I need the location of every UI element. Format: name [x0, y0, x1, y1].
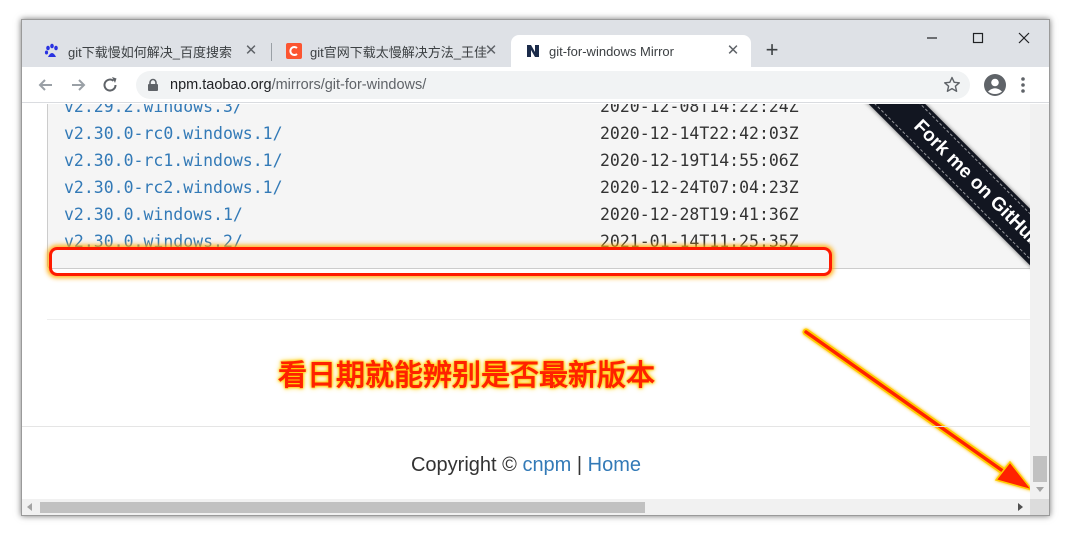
profile-avatar-icon[interactable]: [983, 73, 1007, 97]
tab-title: git-for-windows Mirror: [549, 43, 674, 59]
new-tab-button[interactable]: +: [760, 39, 784, 63]
reload-icon[interactable]: [99, 74, 121, 96]
cnpm-link[interactable]: cnpm: [522, 454, 571, 476]
more-menu-icon[interactable]: [1017, 74, 1029, 96]
npm-n-icon: [527, 45, 539, 57]
dir-date: 2020-12-14T22:42:03Z: [600, 124, 799, 143]
scroll-left-icon[interactable]: [27, 503, 32, 511]
tab-git-for-windows-mirror[interactable]: git-for-windows Mirror ✕: [511, 35, 751, 67]
annotation-arrow-icon: [802, 328, 1030, 491]
browser-toolbar: npm.taobao.org/mirrors/git-for-windows/: [22, 67, 1049, 103]
dir-link[interactable]: v2.29.2.windows.3/: [64, 104, 243, 120]
tab-title: git官网下载太慢解决方法_王佳: [310, 44, 487, 60]
browser-window: git下载慢如何解决_百度搜索 ✕ git官网下载太慢解决方法_王佳 ✕ git…: [21, 19, 1050, 516]
annotation-text: 看日期就能辨别是否最新版本: [278, 358, 656, 392]
dir-link[interactable]: v2.30.0-rc0.windows.1/: [64, 120, 283, 147]
home-link[interactable]: Home: [588, 454, 641, 476]
vertical-scrollbar[interactable]: [1030, 104, 1049, 499]
back-arrow-icon[interactable]: [35, 74, 57, 96]
footer-separator: |: [571, 454, 588, 476]
close-window-icon[interactable]: [1012, 26, 1036, 50]
github-ribbon-label[interactable]: Fork me on GitHub: [849, 104, 1030, 312]
scroll-right-icon[interactable]: [1018, 503, 1023, 511]
dir-date: 2020-12-08T14:22:24Z: [600, 104, 799, 116]
dir-date: 2020-12-19T14:55:06Z: [600, 151, 799, 170]
address-bar[interactable]: npm.taobao.org/mirrors/git-for-windows/: [136, 71, 970, 99]
divider: [22, 426, 1030, 427]
list-item: v2.30.0-rc2.windows.1/ 2020-12-24T07:04:…: [64, 174, 864, 201]
vertical-scroll-thumb[interactable]: [1033, 456, 1047, 482]
divider: [47, 319, 1030, 320]
dir-link[interactable]: v2.30.0.windows.1/: [64, 201, 243, 228]
tab-csdn-article[interactable]: git官网下载太慢解决方法_王佳 ✕: [272, 35, 509, 67]
page-content: v2.29.2.windows.3/ 2020-12-08T14:22:24Z …: [22, 104, 1030, 499]
maximize-icon[interactable]: [966, 26, 990, 50]
csdn-c-icon: [286, 43, 302, 59]
list-item: v2.30.0-rc0.windows.1/ 2020-12-14T22:42:…: [64, 120, 864, 147]
forward-arrow-icon[interactable]: [67, 74, 89, 96]
minimize-icon[interactable]: [920, 26, 944, 50]
close-tab-icon[interactable]: ✕: [483, 43, 499, 59]
scrollbar-corner: [1030, 499, 1049, 515]
horizontal-scrollbar[interactable]: [22, 499, 1030, 515]
list-item: v2.29.2.windows.3/ 2020-12-08T14:22:24Z: [64, 104, 864, 120]
dir-date: 2020-12-24T07:04:23Z: [600, 178, 799, 197]
tab-title: git下载慢如何解决_百度搜索: [68, 44, 232, 60]
url-host: npm.taobao.org: [170, 77, 272, 93]
latest-version-highlight: [49, 247, 832, 276]
url-path: /mirrors/git-for-windows/: [271, 77, 427, 93]
tab-baidu-search[interactable]: git下载慢如何解决_百度搜索 ✕: [30, 35, 269, 67]
tab-strip: git下载慢如何解决_百度搜索 ✕ git官网下载太慢解决方法_王佳 ✕ git…: [22, 20, 1049, 67]
dir-link[interactable]: v2.30.0-rc2.windows.1/: [64, 174, 283, 201]
dir-link[interactable]: v2.30.0-rc1.windows.1/: [64, 147, 283, 174]
dir-date: 2020-12-28T19:41:36Z: [600, 205, 799, 224]
lock-icon[interactable]: [146, 78, 160, 92]
url-text: npm.taobao.org/mirrors/git-for-windows/: [170, 77, 426, 93]
close-tab-icon[interactable]: ✕: [243, 43, 259, 59]
list-item: v2.30.0-rc1.windows.1/ 2020-12-19T14:55:…: [64, 147, 864, 174]
horizontal-scroll-thumb[interactable]: [40, 502, 645, 513]
github-ribbon[interactable]: Fork me on GitHub: [812, 104, 1030, 322]
page-footer: Copyright © cnpm | Home: [22, 454, 1030, 477]
bookmark-star-icon[interactable]: [942, 75, 962, 95]
copyright-text: Copyright ©: [410, 454, 523, 476]
list-item: v2.30.0.windows.1/ 2020-12-28T19:41:36Z: [64, 201, 864, 228]
close-tab-icon[interactable]: ✕: [725, 43, 741, 59]
baidu-paw-icon: [44, 43, 58, 57]
scroll-down-icon[interactable]: [1036, 487, 1044, 492]
